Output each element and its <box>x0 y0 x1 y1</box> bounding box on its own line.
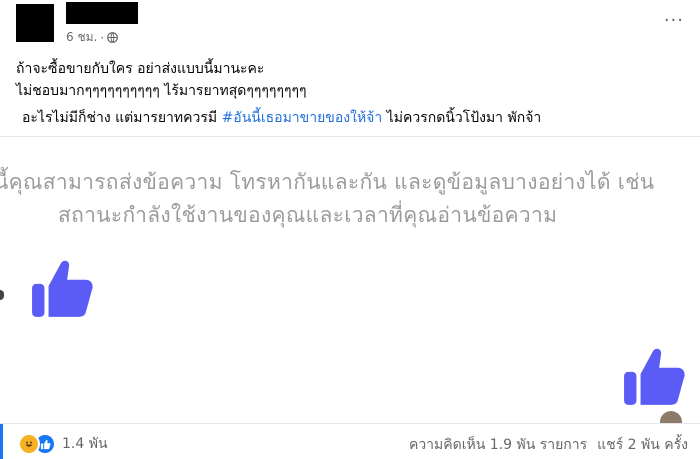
reaction-count: 1.4 พัน <box>62 436 108 452</box>
hashtag-link[interactable]: #อันนี้เธอมาขายของให้จ้า <box>222 110 383 126</box>
post-time[interactable]: 6 ชม. <box>66 28 97 47</box>
comments-count-link[interactable]: ความคิดเห็น 1.9 พัน รายการ <box>409 434 587 456</box>
facebook-post: 6 ชม. · ··· ถ้าจะซื้อขายกับใคร อย่าส่งแบ… <box>0 0 700 459</box>
commenter-avatar-peek <box>660 411 682 423</box>
post-text-line-3: อะไรไม่มีก็ช่าง แต่มารยาทควรมี #อันนี้เธ… <box>22 107 541 129</box>
avatar[interactable] <box>16 4 54 42</box>
post-text-line-3-end: ไม่ควรกดนิ้วโป้งมา พักจ้า <box>382 110 542 126</box>
post-text-line-3-start: อะไรไม่มีก็ช่าง แต่มารยาทควรมี <box>22 110 222 126</box>
more-options-icon[interactable]: ··· <box>664 10 684 31</box>
haha-icon <box>18 433 40 455</box>
author-name-redacted[interactable] <box>66 2 138 24</box>
image-text-line-1: นี้คุณสามารถส่งข้อความ โทรหากันและกัน แล… <box>0 170 655 194</box>
reactions-summary[interactable]: 1.4 พัน <box>18 433 108 455</box>
post-text-line-1: ถ้าจะซื้อขายกับใคร อย่าส่งแบบนี้มานะคะ <box>16 61 265 77</box>
engagement-stats: ความคิดเห็น 1.9 พัน รายการ แชร์ 2 พัน คร… <box>409 434 688 456</box>
focus-accent <box>0 424 3 459</box>
media-divider-bottom <box>0 423 700 424</box>
post-image[interactable]: นี้คุณสามารถส่งข้อความ โทรหากันและกัน แล… <box>0 137 700 423</box>
post-text-line-2: ไม่ชอบมากๆๆๆๆๆๆๆๆๆๆ ไร้มารยาทสุดๆๆๆๆๆๆๆๆ <box>16 83 307 99</box>
thumbs-up-icon <box>624 348 685 405</box>
globe-icon[interactable] <box>107 32 119 43</box>
thumbs-up-icon <box>32 260 93 317</box>
post-meta: 6 ชม. · <box>66 28 119 47</box>
meta-separator: · <box>100 30 105 45</box>
image-edge-mark <box>0 290 4 300</box>
image-text-line-2: สถานะกำลังใช้งานของคุณและเวลาที่คุณอ่านข… <box>58 203 558 227</box>
shares-count-link[interactable]: แชร์ 2 พัน ครั้ง <box>597 434 688 456</box>
reaction-icons <box>18 433 56 455</box>
